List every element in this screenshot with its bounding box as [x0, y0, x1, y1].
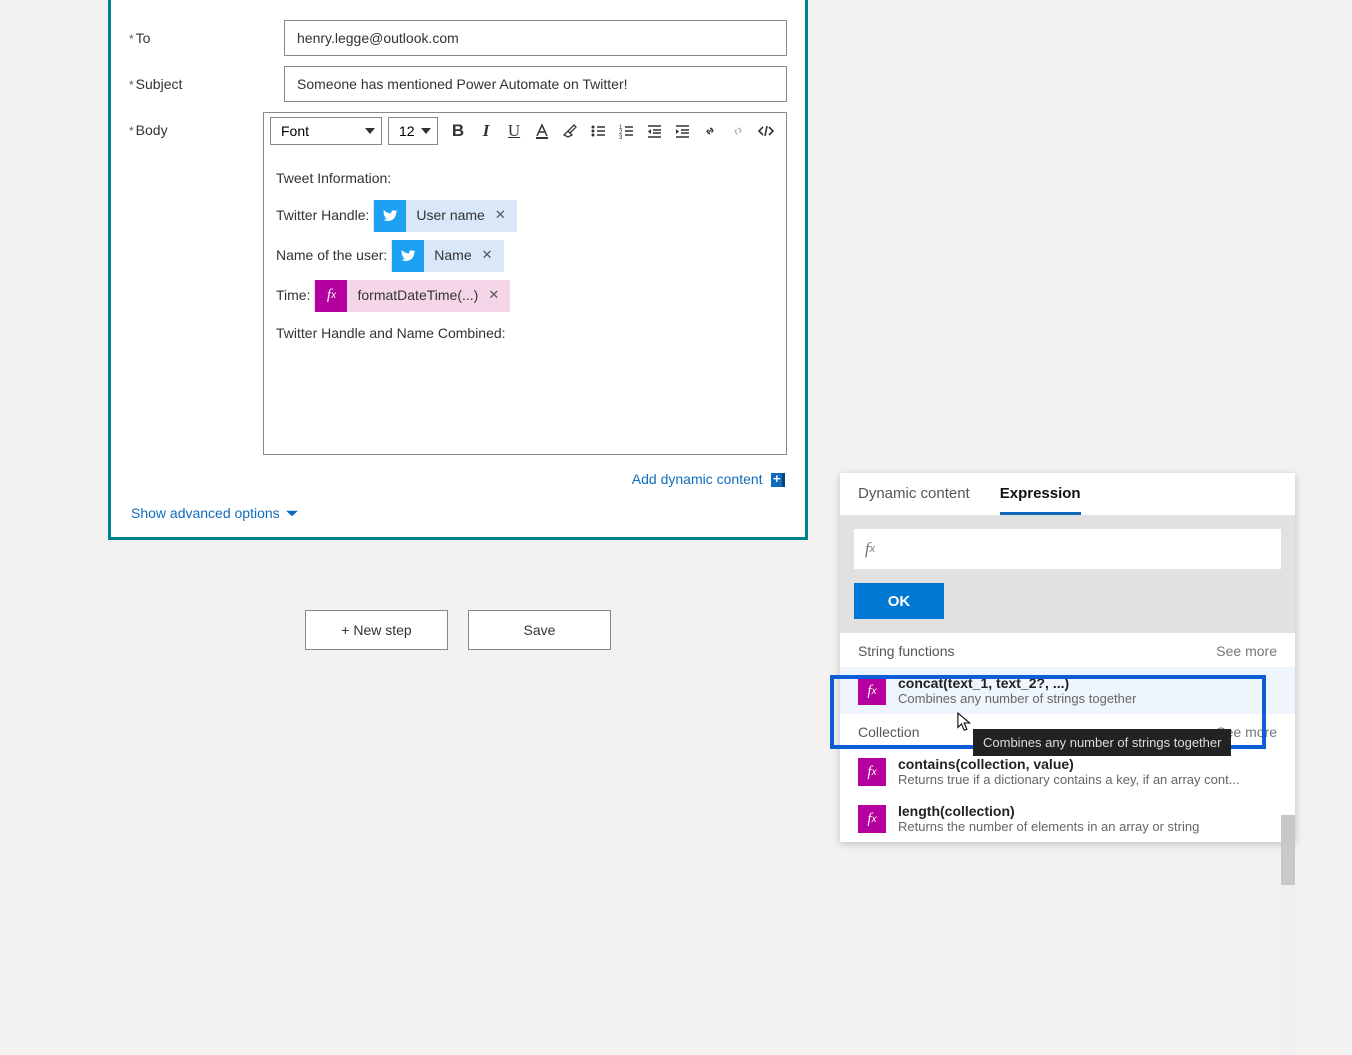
- body-text: Time:: [276, 282, 310, 309]
- scrollbar-thumb[interactable]: [1281, 815, 1295, 885]
- subject-label: *Subject: [129, 66, 284, 92]
- token-remove-icon[interactable]: ✕: [486, 283, 509, 308]
- caret-down-icon: [365, 128, 375, 134]
- bullet-list-button[interactable]: [584, 117, 612, 145]
- field-row-to: *To: [129, 20, 787, 56]
- add-dynamic-content-link[interactable]: Add dynamic content: [632, 471, 763, 487]
- token-remove-icon[interactable]: ✕: [480, 243, 503, 268]
- to-input[interactable]: [284, 20, 787, 56]
- show-advanced-options[interactable]: Show advanced options: [129, 489, 787, 525]
- token-formatdatetime[interactable]: fx formatDateTime(...) ✕: [314, 280, 510, 312]
- ok-button[interactable]: OK: [854, 583, 944, 619]
- body-editor-wrapper: Font 12 B I U 123 Tweet Information: Twi…: [263, 112, 787, 455]
- outdent-button[interactable]: [640, 117, 668, 145]
- function-description: Returns true if a dictionary contains a …: [898, 772, 1240, 787]
- font-select[interactable]: Font: [270, 117, 382, 145]
- function-length[interactable]: fx length(collection) Returns the number…: [840, 795, 1295, 842]
- body-label: *Body: [129, 112, 263, 138]
- advanced-label: Show advanced options: [131, 505, 280, 521]
- function-title: length(collection): [898, 803, 1199, 819]
- body-text: Name of the user:: [276, 242, 387, 269]
- token-remove-icon[interactable]: ✕: [493, 203, 516, 228]
- to-label: *To: [129, 20, 284, 46]
- panel-tabs: Dynamic content Expression: [840, 473, 1295, 515]
- tab-expression[interactable]: Expression: [1000, 485, 1081, 515]
- function-title: concat(text_1, text_2?, ...): [898, 675, 1136, 691]
- caret-down-icon: [421, 128, 431, 134]
- dynamic-content-panel: Dynamic content Expression fx OK String …: [840, 473, 1295, 842]
- token-label: formatDateTime(...): [347, 282, 486, 309]
- subject-input[interactable]: [284, 66, 787, 102]
- token-label: Name: [424, 242, 479, 269]
- numbered-list-button[interactable]: 123: [612, 117, 640, 145]
- body-text: Twitter Handle:: [276, 202, 369, 229]
- function-description: Returns the number of elements in an arr…: [898, 819, 1199, 834]
- section-string-functions: String functions See more: [840, 633, 1295, 667]
- field-row-subject: *Subject: [129, 66, 787, 102]
- token-label: User name: [406, 202, 492, 229]
- save-button[interactable]: Save: [468, 610, 611, 650]
- svg-text:3: 3: [619, 135, 623, 139]
- tooltip: Combines any number of strings together: [973, 729, 1231, 756]
- font-size-select[interactable]: 12: [388, 117, 438, 145]
- link-button[interactable]: [696, 117, 724, 145]
- flow-buttons-row: + New step Save: [108, 610, 808, 650]
- plus-icon[interactable]: [771, 473, 785, 487]
- body-editor[interactable]: Tweet Information: Twitter Handle: User …: [264, 149, 786, 454]
- panel-scrollbar[interactable]: [1281, 815, 1295, 1055]
- bold-button[interactable]: B: [444, 117, 472, 145]
- add-dynamic-content-row: Add dynamic content: [129, 465, 787, 489]
- underline-button[interactable]: U: [500, 117, 528, 145]
- fx-icon: fx: [854, 529, 886, 569]
- fx-icon: fx: [858, 758, 886, 786]
- unlink-button[interactable]: [724, 117, 752, 145]
- section-title: String functions: [858, 643, 955, 659]
- fx-icon: fx: [858, 677, 886, 705]
- new-step-button[interactable]: + New step: [305, 610, 448, 650]
- twitter-icon: [374, 200, 406, 232]
- expression-area: fx OK: [840, 515, 1295, 633]
- function-description: Combines any number of strings together: [898, 691, 1136, 706]
- function-title: contains(collection, value): [898, 756, 1240, 772]
- italic-button[interactable]: I: [472, 117, 500, 145]
- email-action-card: *To *Subject *Body Font 12 B I U 123: [108, 0, 808, 540]
- function-concat[interactable]: fx concat(text_1, text_2?, ...) Combines…: [840, 667, 1295, 714]
- twitter-icon: [392, 240, 424, 272]
- highlight-button[interactable]: [556, 117, 584, 145]
- section-title: Collection: [858, 724, 919, 740]
- body-text: Tweet Information:: [276, 165, 391, 192]
- see-more-link[interactable]: See more: [1216, 643, 1277, 659]
- body-text: Twitter Handle and Name Combined:: [276, 320, 506, 347]
- chevron-down-icon: [286, 510, 298, 516]
- code-view-button[interactable]: [752, 117, 780, 145]
- token-user-name[interactable]: User name ✕: [373, 200, 516, 232]
- expression-input[interactable]: [886, 529, 1281, 569]
- tab-dynamic-content[interactable]: Dynamic content: [858, 485, 970, 515]
- fx-icon: fx: [858, 805, 886, 833]
- field-row-body: *Body Font 12 B I U 123 Tweet Informatio…: [129, 112, 787, 455]
- font-color-button[interactable]: [528, 117, 556, 145]
- rich-text-toolbar: Font 12 B I U 123: [264, 113, 786, 149]
- expression-input-wrapper: fx: [854, 529, 1281, 569]
- token-name[interactable]: Name ✕: [391, 240, 503, 272]
- indent-button[interactable]: [668, 117, 696, 145]
- fx-icon: fx: [315, 280, 347, 312]
